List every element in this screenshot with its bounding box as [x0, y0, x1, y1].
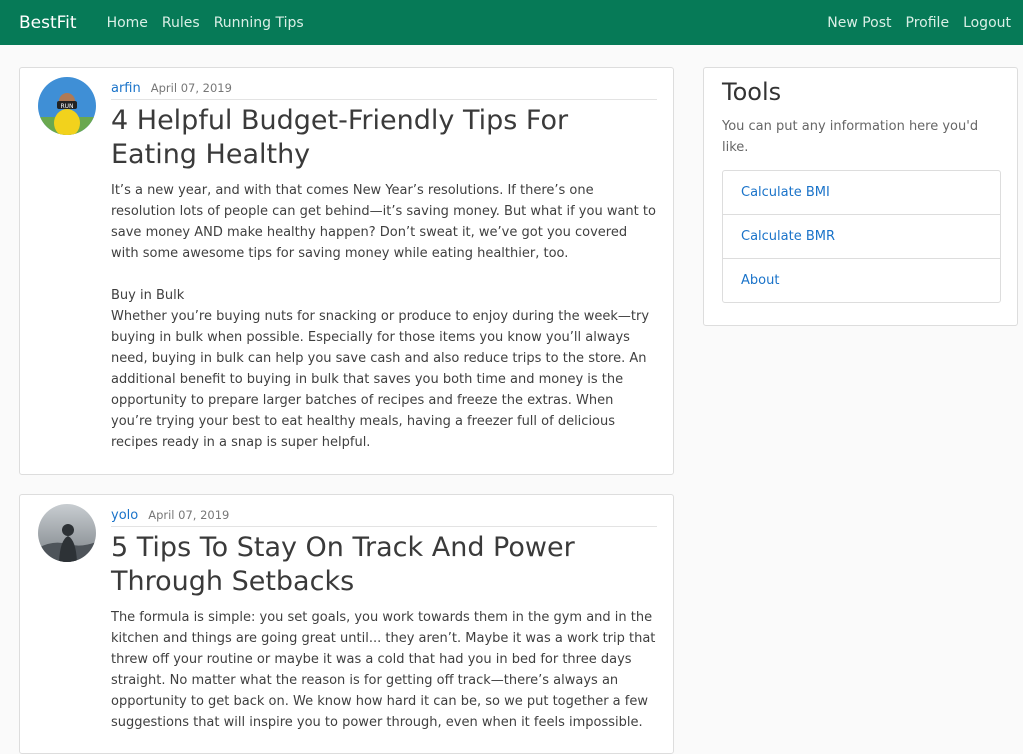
post-date: April 07, 2019 [150, 81, 232, 95]
list-item[interactable]: Calculate BMI [723, 171, 1000, 214]
post-body: arfin April 07, 2019 4 Helpful Budget-Fr… [111, 81, 657, 453]
post-body: yolo April 07, 2019 5 Tips To Stay On Tr… [111, 508, 657, 733]
top-navbar: BestFit Home Rules Running Tips New Post… [0, 0, 1023, 45]
nav-left-group: Home Rules Running Tips [99, 15, 310, 31]
post-paragraph: The formula is simple: you set goals, yo… [111, 610, 656, 730]
nav-running-tips-link[interactable]: Running Tips [214, 15, 304, 31]
nav-right-group: New Post Profile Logout [813, 15, 1011, 31]
post-meta: arfin April 07, 2019 [111, 81, 657, 100]
list-item[interactable]: Calculate BMR [723, 214, 1000, 258]
nav-profile-link[interactable]: Profile [906, 15, 950, 31]
avatar[interactable] [38, 504, 96, 562]
sidebar-title: Tools [722, 78, 782, 106]
post-meta: yolo April 07, 2019 [111, 508, 657, 527]
post-title[interactable]: 4 Helpful Budget-Friendly Tips For Eatin… [111, 104, 657, 172]
avatar[interactable]: RUN [38, 77, 96, 135]
brand-logo[interactable]: BestFit [19, 13, 77, 33]
post-card: RUN arfin April 07, 2019 4 Helpful Budge… [19, 67, 674, 475]
calculate-bmi-link[interactable]: Calculate BMI [741, 185, 830, 200]
post-paragraph: Buy in Bulk Whether you’re buying nuts f… [111, 288, 650, 450]
svg-text:RUN: RUN [60, 103, 73, 110]
nav-logout-link[interactable]: Logout [963, 15, 1011, 31]
nav-rules-link[interactable]: Rules [162, 15, 200, 31]
nav-new-post-link[interactable]: New Post [827, 15, 891, 31]
post-paragraph: It’s a new year, and with that comes New… [111, 183, 656, 261]
author-link[interactable]: yolo [111, 508, 138, 523]
list-item[interactable]: About [723, 258, 1000, 302]
author-link[interactable]: arfin [111, 81, 141, 96]
nav-home-link[interactable]: Home [107, 15, 148, 31]
post-card: yolo April 07, 2019 5 Tips To Stay On Tr… [19, 494, 674, 754]
post-title[interactable]: 5 Tips To Stay On Track And Power Throug… [111, 531, 657, 599]
calculate-bmr-link[interactable]: Calculate BMR [741, 229, 835, 244]
about-link[interactable]: About [741, 273, 779, 288]
post-date: April 07, 2019 [148, 508, 230, 522]
tools-list: Calculate BMI Calculate BMR About [722, 170, 1001, 303]
tools-sidebar: Tools You can put any information here y… [703, 67, 1018, 326]
sidebar-description: You can put any information here you'd l… [722, 119, 979, 155]
